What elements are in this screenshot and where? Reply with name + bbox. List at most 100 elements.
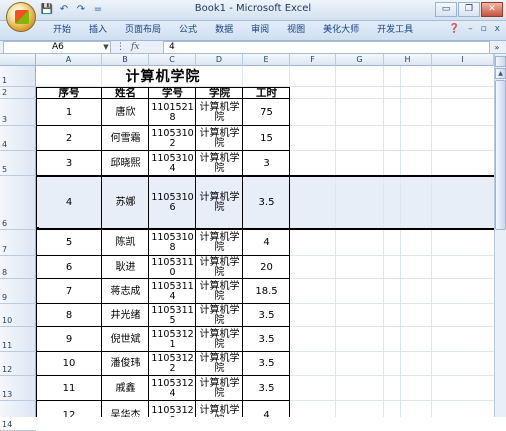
- vertical-scrollbar[interactable]: ▲: [494, 54, 506, 417]
- cell-C14[interactable]: 11053128: [149, 401, 196, 418]
- cell-C10[interactable]: 11053115: [149, 304, 196, 327]
- row-header-13[interactable]: 13: [0, 376, 36, 401]
- cell-C8[interactable]: 11053110: [149, 256, 196, 279]
- cell-B8[interactable]: 耿进: [102, 256, 149, 279]
- ribbon-minimize-button[interactable]: –: [468, 24, 473, 34]
- tab-6[interactable]: 审阅: [242, 24, 278, 37]
- tab-3[interactable]: 页面布局: [116, 24, 170, 37]
- ribbon-close-button[interactable]: x: [495, 24, 500, 34]
- insert-function-icon[interactable]: fx: [131, 41, 139, 54]
- cell-C4[interactable]: 11053102: [149, 126, 196, 151]
- column-header-E[interactable]: E: [243, 54, 290, 66]
- column-header-F[interactable]: F: [290, 54, 336, 66]
- cell-E3[interactable]: 75: [243, 99, 290, 126]
- tab-2[interactable]: 插入: [80, 24, 116, 37]
- worksheet-grid[interactable]: 计算机学院 序号 姓名 学号 学院 工时 1 唐欣 11015218 计算机学院 75 2 何雪霜 110…: [36, 66, 494, 417]
- cell-A12[interactable]: 10: [36, 352, 102, 376]
- cell-E12[interactable]: 3.5: [243, 352, 290, 376]
- row-header-5[interactable]: 5: [0, 151, 36, 176]
- tab-4[interactable]: 公式: [170, 24, 206, 37]
- cell-C11[interactable]: 11053121: [149, 327, 196, 352]
- minimize-button[interactable]: ▭: [435, 2, 457, 17]
- cell-A6[interactable]: 4: [36, 176, 102, 230]
- column-header-B[interactable]: B: [102, 54, 149, 66]
- cell-D10[interactable]: 计算机学院: [196, 304, 243, 327]
- cell-E4[interactable]: 15: [243, 126, 290, 151]
- tab-1[interactable]: 开始: [44, 24, 80, 37]
- cell-E8[interactable]: 20: [243, 256, 290, 279]
- header-cell-E[interactable]: 工时: [243, 87, 290, 99]
- cell-B9[interactable]: 蒋志成: [102, 279, 149, 304]
- cell-D9[interactable]: 计算机学院: [196, 279, 243, 304]
- cell-E10[interactable]: 3.5: [243, 304, 290, 327]
- column-header-C[interactable]: C: [149, 54, 196, 66]
- row-header-14[interactable]: 14: [0, 401, 36, 431]
- cell-D7[interactable]: 计算机学院: [196, 230, 243, 256]
- restore-button[interactable]: ❐: [458, 2, 480, 17]
- cell-B5[interactable]: 邱晓熙: [102, 151, 149, 176]
- cell-A3[interactable]: 1: [36, 99, 102, 126]
- cell-E6[interactable]: 3.5: [243, 176, 290, 230]
- row-header-11[interactable]: 11: [0, 327, 36, 352]
- cell-C3[interactable]: 11015218: [149, 99, 196, 126]
- row-header-6[interactable]: 6: [0, 176, 36, 230]
- cell-E5[interactable]: 3: [243, 151, 290, 176]
- cell-C7[interactable]: 11053108: [149, 230, 196, 256]
- cell-D11[interactable]: 计算机学院: [196, 327, 243, 352]
- office-button[interactable]: [6, 2, 36, 32]
- row-header-3[interactable]: 3: [0, 99, 36, 126]
- select-all-corner[interactable]: [0, 54, 36, 66]
- column-header-G[interactable]: G: [336, 54, 384, 66]
- cell-E14[interactable]: 4: [243, 401, 290, 418]
- cell-C6[interactable]: 11053106: [149, 176, 196, 230]
- cell-A13[interactable]: 11: [36, 376, 102, 401]
- cell-E9[interactable]: 18.5: [243, 279, 290, 304]
- cell-D12[interactable]: 计算机学院: [196, 352, 243, 376]
- cell-D14[interactable]: 计算机学院: [196, 401, 243, 418]
- cell-A9[interactable]: 7: [36, 279, 102, 304]
- close-button[interactable]: ✕: [481, 2, 503, 17]
- name-box[interactable]: A6: [3, 41, 111, 54]
- cell-A5[interactable]: 3: [36, 151, 102, 176]
- scroll-up-icon[interactable]: ▲: [495, 68, 506, 79]
- cell-C9[interactable]: 11053114: [149, 279, 196, 304]
- help-icon[interactable]: ❓: [449, 24, 460, 34]
- row-header-4[interactable]: 4: [0, 126, 36, 151]
- expand-handle-icon[interactable]: ⋮: [116, 41, 125, 54]
- header-cell-A[interactable]: 序号: [36, 87, 102, 99]
- column-header-I[interactable]: I: [432, 54, 494, 66]
- cell-B14[interactable]: 吴华杰: [102, 401, 149, 418]
- row-header-10[interactable]: 10: [0, 304, 36, 327]
- cell-A10[interactable]: 8: [36, 304, 102, 327]
- tab-7[interactable]: 视图: [278, 24, 314, 37]
- cell-A14[interactable]: 12: [36, 401, 102, 418]
- cell-A7[interactable]: 5: [36, 230, 102, 256]
- cell-C12[interactable]: 11053122: [149, 352, 196, 376]
- header-cell-D[interactable]: 学院: [196, 87, 243, 99]
- cell-E11[interactable]: 3.5: [243, 327, 290, 352]
- column-header-H[interactable]: H: [384, 54, 432, 66]
- name-box-dropdown-icon[interactable]: ▼: [101, 41, 111, 54]
- cell-B4[interactable]: 何雪霜: [102, 126, 149, 151]
- formula-input[interactable]: 4: [163, 41, 490, 54]
- row-header-9[interactable]: 9: [0, 279, 36, 304]
- cell-A8[interactable]: 6: [36, 256, 102, 279]
- cell-E7[interactable]: 4: [243, 230, 290, 256]
- column-header-D[interactable]: D: [196, 54, 243, 66]
- tab-5[interactable]: 数据: [206, 24, 242, 37]
- cell-B7[interactable]: 陈凯: [102, 230, 149, 256]
- cell-D6[interactable]: 计算机学院: [196, 176, 243, 230]
- cell-D13[interactable]: 计算机学院: [196, 376, 243, 401]
- split-box-icon[interactable]: [495, 56, 506, 67]
- tab-9[interactable]: 开发工具: [368, 24, 422, 37]
- column-header-A[interactable]: A: [36, 54, 102, 66]
- header-cell-C[interactable]: 学号: [149, 87, 196, 99]
- cell-D4[interactable]: 计算机学院: [196, 126, 243, 151]
- cell-A4[interactable]: 2: [36, 126, 102, 151]
- cell-A11[interactable]: 9: [36, 327, 102, 352]
- cell-B13[interactable]: 戚鑫: [102, 376, 149, 401]
- tab-8[interactable]: 美化大师: [314, 24, 368, 37]
- cell-B10[interactable]: 井光绪: [102, 304, 149, 327]
- cell-D5[interactable]: 计算机学院: [196, 151, 243, 176]
- cell-B3[interactable]: 唐欣: [102, 99, 149, 126]
